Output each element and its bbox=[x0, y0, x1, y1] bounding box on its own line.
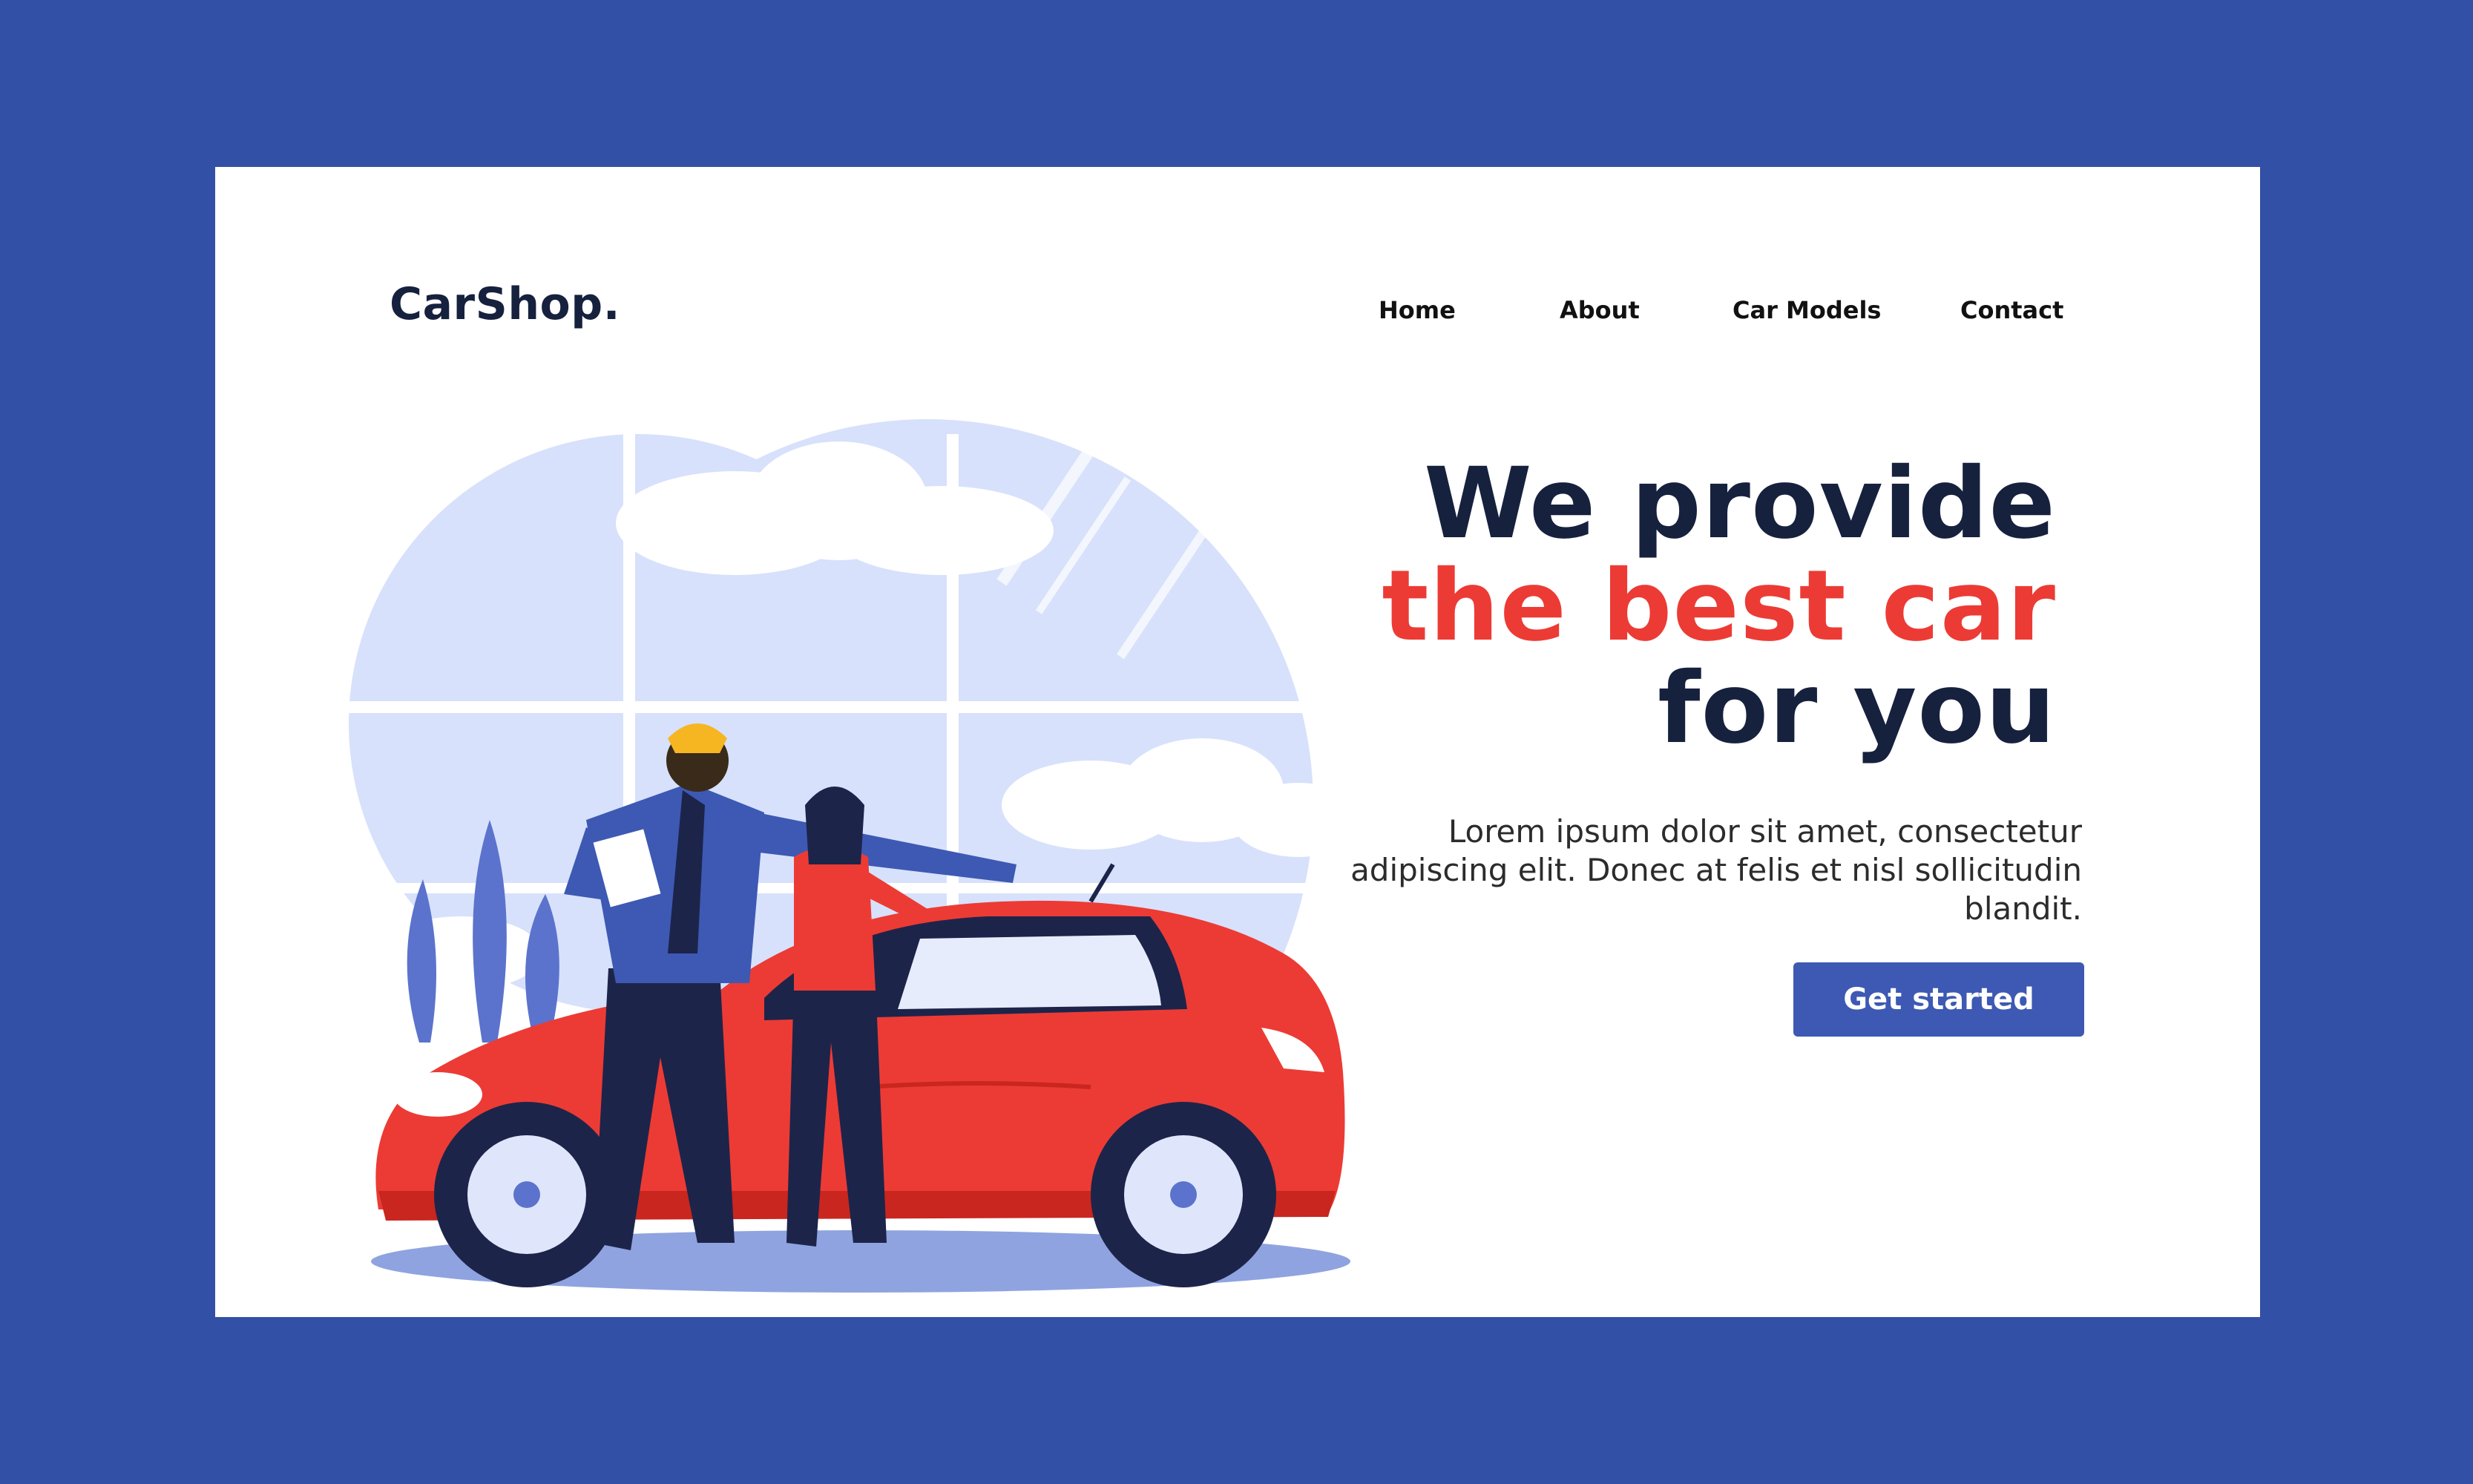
nav-link-about[interactable]: About bbox=[1560, 296, 1640, 324]
rear-wheel bbox=[1091, 1102, 1276, 1287]
headline-line-1: We provide bbox=[1424, 447, 2056, 561]
nav-link-home[interactable]: Home bbox=[1379, 296, 1456, 324]
landing-card: CarShop. Home About Car Models Contact W… bbox=[215, 167, 2260, 1317]
headline-line-3: for you bbox=[1658, 651, 2056, 766]
headline-line-2: the best car bbox=[1382, 549, 2056, 663]
hero-headline: We provide the best car for you bbox=[1382, 453, 2056, 760]
nav-link-contact[interactable]: Contact bbox=[1960, 296, 2063, 324]
front-wheel bbox=[434, 1102, 620, 1287]
get-started-button[interactable]: Get started bbox=[1793, 962, 2084, 1037]
car-dealer-illustration bbox=[349, 390, 1358, 1293]
hero-description: Lorem ipsum dolor sit amet, consectetur … bbox=[1350, 813, 2082, 927]
main-nav: Home About Car Models Contact bbox=[215, 296, 2260, 333]
nav-link-car-models[interactable]: Car Models bbox=[1733, 296, 1881, 324]
